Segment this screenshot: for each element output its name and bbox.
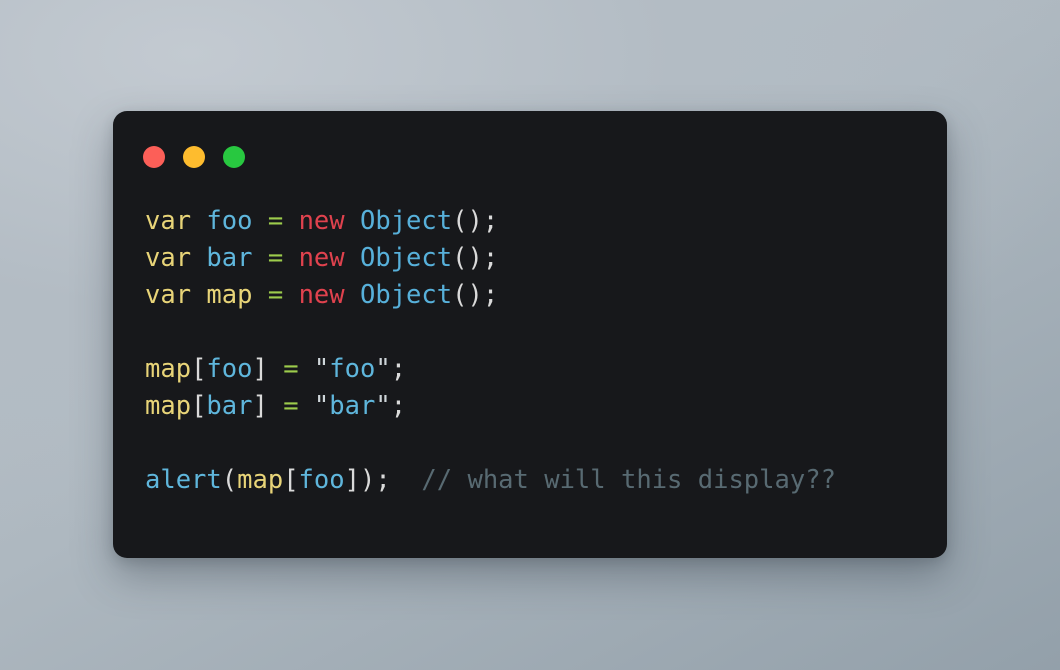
code-token-string: foo [329,354,376,384]
maximize-button[interactable] [223,146,245,168]
code-token-punc [191,280,206,310]
code-token-keyword: map [145,391,192,421]
code-token-punc: ( [221,465,238,495]
code-token-punc [283,206,298,236]
code-token-punc [283,243,298,273]
code-token-punc: ); [359,465,391,495]
code-token-punc: (); [452,243,499,273]
code-token-punc [345,280,360,310]
code-token-punc [191,243,206,273]
code-token-op: = [283,354,299,384]
code-token-punc: ] [344,465,360,495]
code-token-ident: bar [206,391,253,421]
code-token-punc [299,391,314,421]
code-token-op: = [267,206,284,236]
code-token-punc [268,391,283,421]
code-token-ident: foo [298,465,345,495]
code-token-punc [268,354,283,384]
code-line: map[foo] = "foo"; [145,351,947,388]
code-line: var map = new Object(); [145,277,947,314]
code-token-keyword: var [145,280,192,310]
code-token-ident: foo [206,206,253,236]
code-token-punc: ] [252,391,268,421]
code-token-punc [345,206,360,236]
code-token-op: = [267,243,284,273]
code-token-punc: (); [452,280,499,310]
close-button[interactable] [143,146,165,168]
window-titlebar [113,111,947,203]
code-token-new: new [298,206,345,236]
code-token-fn: alert [145,465,222,495]
code-line: map[bar] = "bar"; [145,388,947,425]
code-token-new: new [298,280,345,310]
code-token-keyword: var [145,243,192,273]
code-token-punc [252,243,267,273]
code-token-punc [283,280,298,310]
code-token-punc [391,465,422,495]
code-token-keyword: var [145,206,192,236]
code-token-op: = [283,391,299,421]
code-token-punc [299,354,314,384]
code-token-quote: " [313,391,330,421]
code-token-punc: ] [252,354,268,384]
code-line: var bar = new Object(); [145,240,947,277]
code-token-punc: (); [452,206,499,236]
code-line: var foo = new Object(); [145,203,947,240]
code-token-punc: [ [191,391,207,421]
code-token-ident: bar [206,243,253,273]
code-snippet-window: var foo = new Object(); var bar = new Obj… [113,111,947,558]
code-token-punc: ; [390,391,407,421]
code-token-keyword: map [206,280,253,310]
code-line: alert(map[foo]); // what will this displ… [145,462,947,499]
code-token-type: Object [359,243,453,273]
code-token-new: new [298,243,345,273]
code-token-ident: foo [206,354,253,384]
code-token-keyword: map [145,354,192,384]
code-token-punc [345,243,360,273]
code-token-quote: " [313,354,330,384]
code-token-quote: " [375,354,391,384]
code-token-type: Object [359,206,453,236]
code-token-punc: ; [390,354,407,384]
code-block[interactable]: var foo = new Object(); var bar = new Obj… [113,203,947,499]
code-token-type: Object [359,280,453,310]
code-token-op: = [267,280,284,310]
code-token-comment: // what will this display?? [421,465,836,495]
code-token-string: bar [329,391,376,421]
code-token-quote: " [375,391,391,421]
code-token-punc [252,206,267,236]
code-token-keyword: map [237,465,284,495]
code-token-punc [252,280,267,310]
code-token-punc: [ [191,354,207,384]
code-token-punc [191,206,206,236]
minimize-button[interactable] [183,146,205,168]
code-token-punc: [ [283,465,299,495]
